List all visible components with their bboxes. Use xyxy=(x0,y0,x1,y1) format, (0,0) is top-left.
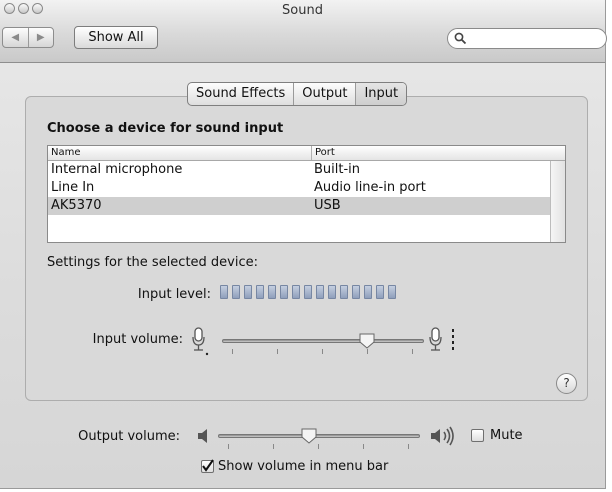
slider-tick xyxy=(273,444,274,449)
level-segment xyxy=(256,285,264,299)
input-settings-panel xyxy=(25,96,588,401)
mute-label[interactable]: Mute xyxy=(490,428,523,443)
slider-tick xyxy=(367,349,368,354)
title-toolbar: Sound ◀ ▶ Show All xyxy=(0,0,607,63)
mic-low-icon xyxy=(192,327,209,356)
level-segment xyxy=(304,285,312,299)
input-volume-track[interactable] xyxy=(222,339,424,343)
device-name: Line In xyxy=(51,180,95,195)
slider-tick xyxy=(277,349,278,354)
level-segment xyxy=(268,285,276,299)
table-row-selected[interactable]: AK5370 USB xyxy=(48,197,565,215)
slider-tick xyxy=(322,349,323,354)
speaker-low-icon xyxy=(198,429,207,443)
level-segment xyxy=(328,285,336,299)
output-volume-knob[interactable] xyxy=(301,428,317,444)
mute-checkbox[interactable] xyxy=(471,429,484,442)
input-volume-knob[interactable] xyxy=(359,333,375,349)
device-port: Audio line-in port xyxy=(314,180,426,195)
tab-output[interactable]: Output xyxy=(294,83,357,105)
level-segment xyxy=(388,285,396,299)
tab-input[interactable]: Input xyxy=(356,83,407,105)
output-volume-track[interactable] xyxy=(218,434,420,438)
device-port: Built-in xyxy=(314,162,361,177)
slider-tick xyxy=(408,444,409,449)
device-name: Internal microphone xyxy=(51,162,183,177)
column-header-name[interactable]: Name xyxy=(48,146,312,160)
output-volume-label: Output volume: xyxy=(78,429,180,444)
search-icon xyxy=(454,32,467,45)
device-heading: Choose a device for sound input xyxy=(47,121,284,136)
level-segment xyxy=(352,285,360,299)
level-segment xyxy=(232,285,240,299)
show-volume-checkbox[interactable] xyxy=(201,459,214,473)
tab-sound-effects[interactable]: Sound Effects xyxy=(188,83,295,105)
input-device-table[interactable]: Name Port Internal microphone Built-in L… xyxy=(47,145,566,243)
level-segment xyxy=(244,285,252,299)
slider-tick xyxy=(318,444,319,449)
show-all-button[interactable]: Show All xyxy=(74,26,158,49)
checkmark-icon xyxy=(202,459,214,472)
show-volume-label[interactable]: Show volume in menu bar xyxy=(218,459,388,474)
level-segment xyxy=(280,285,288,299)
slider-tick xyxy=(412,349,413,354)
slider-tick xyxy=(232,349,233,354)
table-row[interactable]: Internal microphone Built-in xyxy=(48,161,565,179)
window-title: Sound xyxy=(282,3,323,18)
table-row[interactable]: Line In Audio line-in port xyxy=(48,179,565,197)
mic-high-icon xyxy=(429,327,454,351)
level-segment xyxy=(364,285,372,299)
level-segment xyxy=(316,285,324,299)
settings-label: Settings for the selected device: xyxy=(47,255,259,270)
level-segment xyxy=(376,285,384,299)
column-header-port[interactable]: Port xyxy=(312,146,335,160)
level-segment xyxy=(220,285,228,299)
back-forward-buttons: ◀ ▶ xyxy=(2,27,54,48)
level-segment xyxy=(292,285,300,299)
speaker-high-icon xyxy=(431,426,454,446)
table-scrollbar[interactable] xyxy=(550,161,565,242)
input-volume-label: Input volume: xyxy=(92,332,183,347)
input-level-label: Input level: xyxy=(137,287,211,302)
input-level-meter xyxy=(220,285,396,299)
device-name: AK5370 xyxy=(51,198,102,213)
search-field[interactable] xyxy=(447,28,607,49)
back-arrow-icon[interactable]: ◀ xyxy=(3,28,29,47)
device-port: USB xyxy=(314,198,341,213)
forward-arrow-icon[interactable]: ▶ xyxy=(29,28,54,47)
sound-preferences-window: Sound ◀ ▶ Show All Sound Effects Output … xyxy=(0,0,607,489)
slider-tick xyxy=(228,444,229,449)
table-header: Name Port xyxy=(48,146,565,161)
slider-tick xyxy=(363,444,364,449)
level-segment xyxy=(340,285,348,299)
help-button[interactable]: ? xyxy=(556,373,577,394)
tab-bar: Sound Effects Output Input xyxy=(187,82,408,106)
